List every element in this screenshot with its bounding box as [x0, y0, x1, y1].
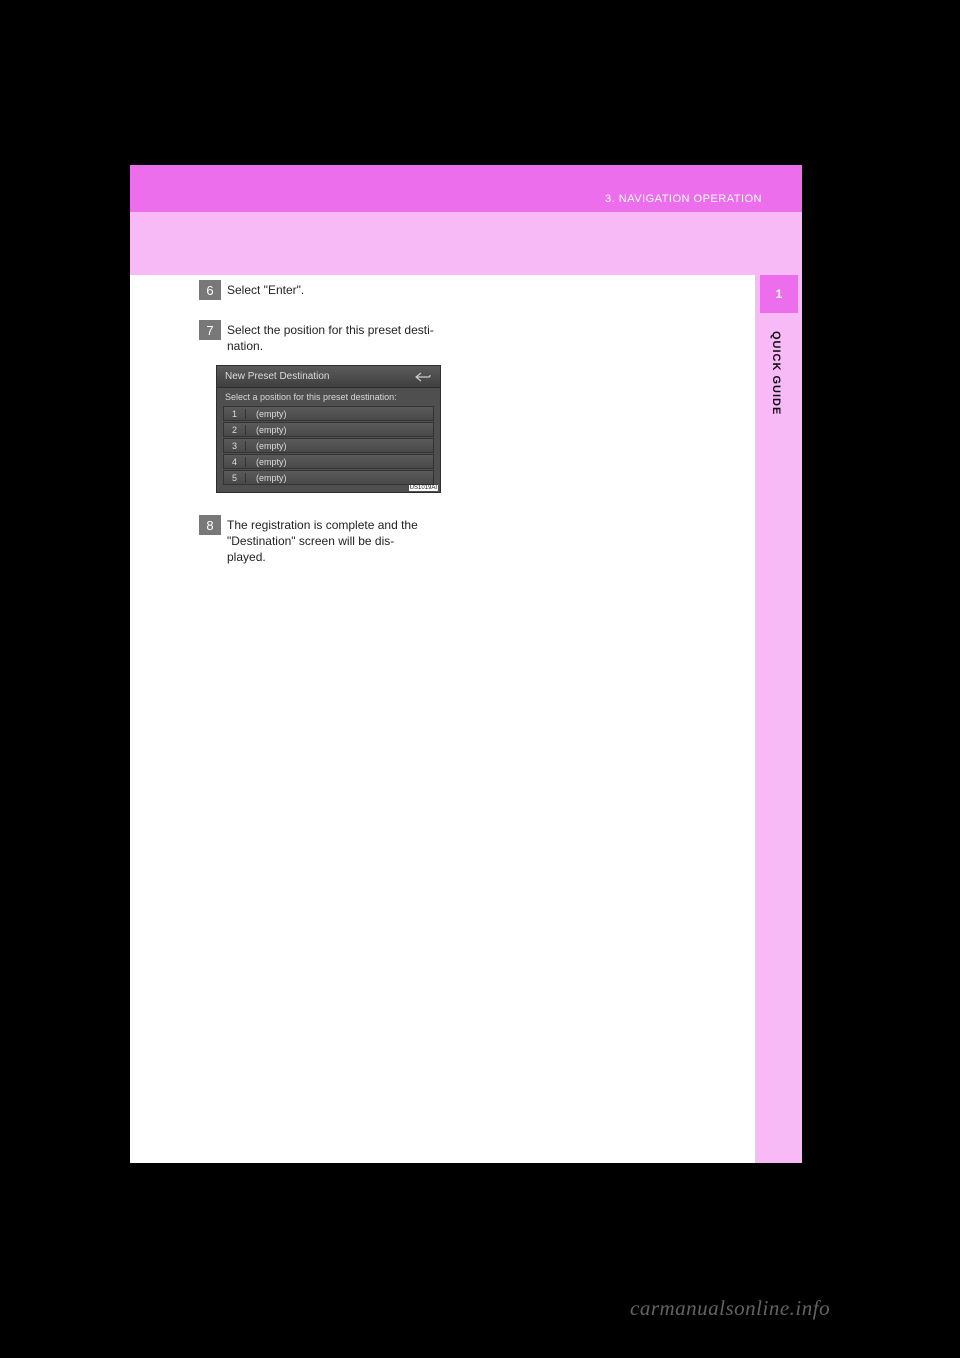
screenshot-subtitle: Select a position for this preset destin… [217, 388, 440, 405]
screenshot-title-bar: New Preset Destination [217, 366, 440, 388]
step-8-text-line3: played. [227, 550, 487, 564]
sub-header-band [130, 212, 755, 275]
screenshot-code: US1019AI [409, 485, 438, 491]
chapter-tab: 1 [760, 275, 798, 313]
step-number-8: 8 [199, 515, 221, 535]
preset-row-label: (empty) [246, 409, 287, 419]
manual-page: 3. NAVIGATION OPERATION 1 QUICK GUIDE 6 … [130, 165, 802, 1163]
preset-row-label: (empty) [246, 425, 287, 435]
preset-row-num: 2 [224, 425, 246, 435]
preset-row-num: 1 [224, 409, 246, 419]
embedded-screenshot: New Preset Destination Select a position… [216, 365, 441, 493]
preset-row-label: (empty) [246, 441, 287, 451]
watermark: carmanualsonline.info [630, 1296, 830, 1321]
step-8-text-line1: The registration is complete and the [227, 518, 487, 532]
preset-row-label: (empty) [246, 457, 287, 467]
preset-row-num: 4 [224, 457, 246, 467]
section-title: 3. NAVIGATION OPERATION [605, 193, 762, 205]
step-7-text-line1: Select the position for this preset dest… [227, 323, 487, 337]
step-8-text-line2: "Destination" screen will be dis- [227, 534, 487, 548]
preset-row-num: 3 [224, 441, 246, 451]
side-label: QUICK GUIDE [770, 331, 782, 415]
back-icon[interactable] [414, 371, 432, 383]
preset-row-label: (empty) [246, 473, 287, 483]
preset-row-num: 5 [224, 473, 246, 483]
step-6-text: Select "Enter". [227, 283, 487, 297]
preset-row-3[interactable]: 3(empty) [223, 438, 434, 453]
screenshot-title: New Preset Destination [225, 371, 330, 382]
preset-row-1[interactable]: 1(empty) [223, 406, 434, 421]
step-7-text-line2: nation. [227, 339, 487, 353]
preset-row-4[interactable]: 4(empty) [223, 454, 434, 469]
step-number-7: 7 [199, 320, 221, 340]
step-number-6: 6 [199, 280, 221, 300]
preset-row-5[interactable]: 5(empty) [223, 470, 434, 485]
header-bar: 3. NAVIGATION OPERATION [130, 165, 802, 212]
preset-row-2[interactable]: 2(empty) [223, 422, 434, 437]
